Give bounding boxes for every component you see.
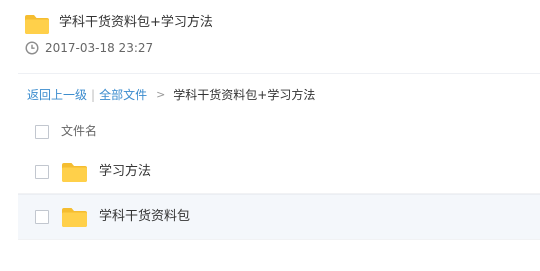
row-checkbox[interactable] — [35, 210, 49, 224]
folder-icon — [62, 208, 87, 227]
share-date: 2017-03-18 23:27 — [45, 41, 154, 55]
all-files-link[interactable]: 全部文件 — [99, 86, 147, 104]
breadcrumb: 返回上一级 | 全部文件 > 学科干货资料包+学习方法 — [27, 86, 315, 104]
list-header: 文件名 — [18, 114, 540, 150]
divider — [18, 73, 540, 74]
list-item[interactable]: 学习方法 — [18, 150, 540, 194]
select-all-checkbox[interactable] — [35, 125, 49, 139]
breadcrumb-current: 学科干货资料包+学习方法 — [173, 88, 316, 102]
row-checkbox[interactable] — [35, 165, 49, 179]
file-name[interactable]: 学科干货资料包 — [99, 209, 190, 225]
folder-icon — [62, 163, 87, 182]
clock-icon — [25, 41, 39, 55]
chevron-right-icon: > — [156, 88, 166, 101]
column-header-filename: 文件名 — [61, 124, 98, 138]
file-name[interactable]: 学习方法 — [99, 164, 151, 180]
list-item[interactable]: 学科干货资料包 — [18, 194, 540, 240]
folder-icon — [25, 15, 49, 34]
breadcrumb-separator: | — [91, 88, 96, 102]
page-title: 学科干货资料包+学习方法 — [59, 15, 213, 30]
file-share-page: 学科干货资料包+学习方法 2017-03-18 23:27 返回上一级 | 全部… — [0, 0, 540, 271]
back-link[interactable]: 返回上一级 — [27, 86, 87, 104]
